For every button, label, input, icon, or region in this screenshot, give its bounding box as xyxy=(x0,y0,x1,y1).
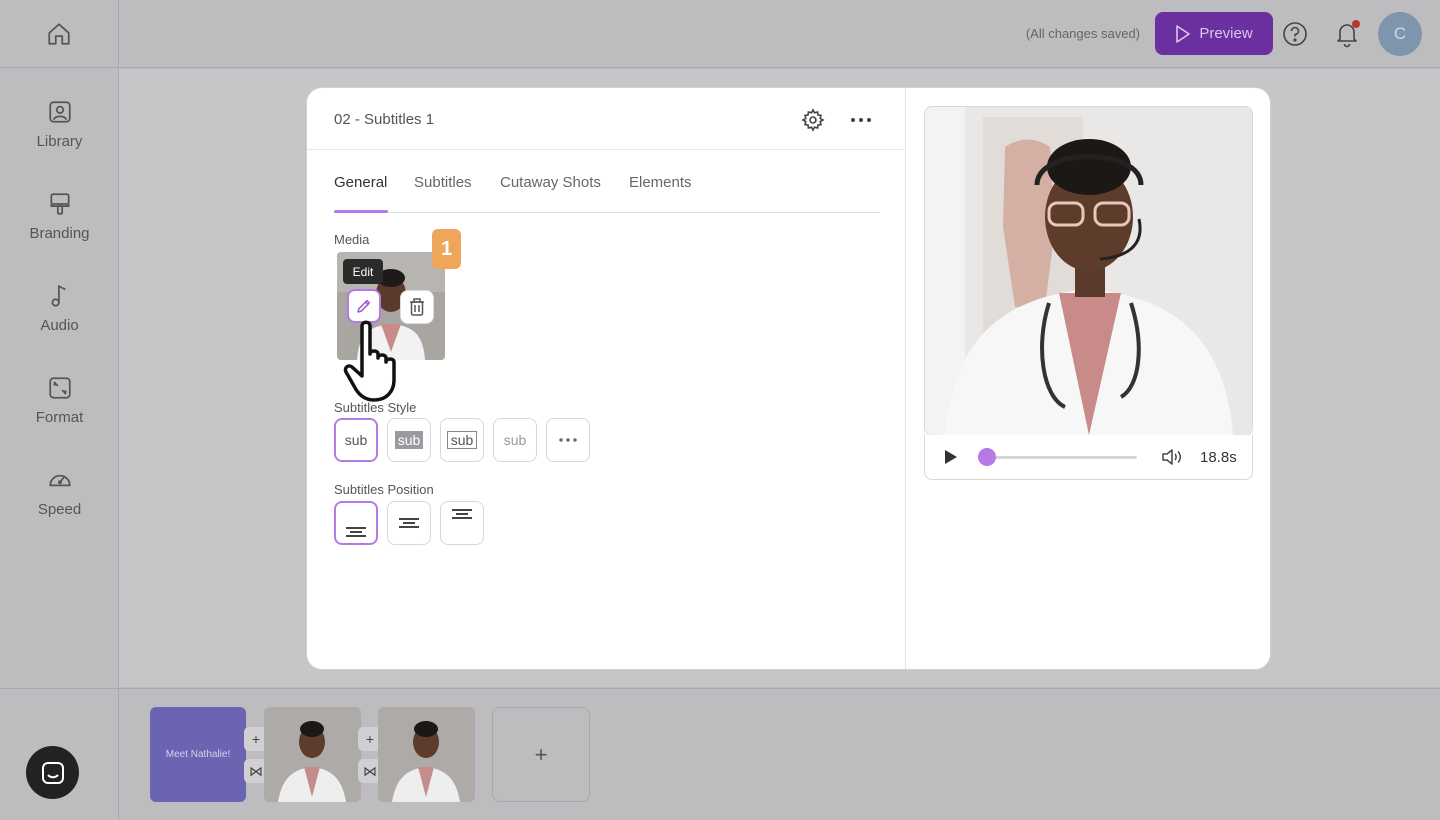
plus-icon: + xyxy=(534,741,548,767)
preview-label: Preview xyxy=(1199,25,1253,42)
style-option-text: sub xyxy=(503,432,527,448)
speedometer-icon xyxy=(48,474,71,487)
style-option-plain[interactable]: sub xyxy=(334,418,378,462)
volume-button[interactable] xyxy=(1161,447,1183,472)
align-bottom-icon xyxy=(346,527,366,537)
tab-cutaway-shots[interactable]: Cutaway Shots xyxy=(500,174,601,191)
position-middle-button[interactable] xyxy=(387,501,431,545)
chat-button[interactable] xyxy=(26,746,79,799)
add-clip-button[interactable]: + xyxy=(492,707,590,802)
top-bar: (All changes saved) Preview C xyxy=(0,0,1440,68)
page-title: 02 - Subtitles 1 xyxy=(334,111,435,128)
video-frame[interactable] xyxy=(925,107,1252,435)
more-horizontal-icon xyxy=(559,438,577,442)
style-option-outlined[interactable]: sub xyxy=(440,418,484,462)
avatar[interactable]: C xyxy=(1378,12,1422,56)
align-middle-icon xyxy=(399,518,419,528)
sidebar-item-speed[interactable]: Speed xyxy=(0,467,119,537)
step-badge: 1 xyxy=(432,229,461,269)
subtitles-style-label: Subtitles Style xyxy=(334,400,417,415)
video-player xyxy=(924,106,1253,436)
tab-subtitles[interactable]: Subtitles xyxy=(414,174,472,191)
timeline-clip-title[interactable]: Meet Nathalie! xyxy=(150,707,246,802)
timeline-clip-video[interactable] xyxy=(264,707,361,802)
play-icon xyxy=(1176,24,1191,43)
style-option-text: sub xyxy=(344,432,368,448)
chat-icon xyxy=(41,761,64,784)
help-button[interactable] xyxy=(1282,21,1308,52)
progress-track[interactable] xyxy=(987,456,1137,459)
style-option-highlight[interactable]: sub xyxy=(493,418,537,462)
doctor-video-image xyxy=(925,107,1252,435)
tab-general[interactable]: General xyxy=(334,174,387,191)
music-note-icon xyxy=(51,284,66,307)
progress-handle[interactable] xyxy=(978,448,996,466)
volume-icon xyxy=(1162,449,1181,465)
timeline-clip-video[interactable] xyxy=(378,707,475,802)
style-option-text: sub xyxy=(394,431,424,449)
media-label: Media xyxy=(334,232,370,247)
branding-icon xyxy=(49,193,70,215)
edit-media-button[interactable] xyxy=(347,289,381,323)
timeline-bar: Meet Nathalie! + ⋈ + ⋈ + xyxy=(0,688,1440,820)
tab-elements[interactable]: Elements xyxy=(629,174,692,191)
doctor-clip-image xyxy=(378,707,475,802)
notification-dot xyxy=(1352,20,1360,28)
style-more-button[interactable] xyxy=(546,418,590,462)
gear-icon xyxy=(801,108,825,132)
pencil-icon xyxy=(357,299,371,313)
library-icon xyxy=(48,101,71,123)
bowtie-icon: ⋈ xyxy=(249,762,263,779)
hand-cursor-icon xyxy=(342,320,406,409)
sidebar-item-library[interactable]: Library xyxy=(0,99,119,169)
panel-divider xyxy=(905,88,906,669)
settings-button[interactable] xyxy=(801,108,825,137)
player-controls: 18.8s xyxy=(924,435,1253,480)
sidebar-item-label: Branding xyxy=(29,225,90,242)
preview-button[interactable]: Preview xyxy=(1155,12,1273,55)
sidebar: Library Branding Audio Format Speed xyxy=(0,69,119,687)
save-status: (All changes saved) xyxy=(1025,26,1140,41)
bowtie-icon: ⋈ xyxy=(363,762,377,779)
editor-header: 02 - Subtitles 1 xyxy=(307,88,905,150)
edit-tooltip: Edit xyxy=(343,259,383,284)
active-tab-indicator xyxy=(334,210,388,213)
plus-icon: + xyxy=(251,731,261,747)
align-top-icon xyxy=(452,509,472,519)
video-duration: 18.8s xyxy=(1200,449,1237,466)
sidebar-item-label: Audio xyxy=(40,317,79,334)
position-top-button[interactable] xyxy=(440,501,484,545)
format-icon xyxy=(48,377,71,399)
plus-icon: + xyxy=(365,731,375,747)
play-button[interactable] xyxy=(943,449,959,470)
home-button[interactable] xyxy=(0,0,119,68)
tab-bar: General Subtitles Cutaway Shots Elements xyxy=(334,150,880,213)
sidebar-item-branding[interactable]: Branding xyxy=(0,191,119,261)
delete-media-button[interactable] xyxy=(400,290,434,324)
more-options-button[interactable] xyxy=(850,110,872,135)
subtitles-position-label: Subtitles Position xyxy=(334,482,434,497)
editor-card: 02 - Subtitles 1 General Subtitles Cutaw… xyxy=(306,87,1271,670)
trash-icon xyxy=(410,298,424,316)
help-icon xyxy=(1283,22,1307,46)
sidebar-item-label: Library xyxy=(36,133,83,150)
clip-title-text: Meet Nathalie! xyxy=(165,749,231,760)
more-horizontal-icon xyxy=(851,118,871,122)
sidebar-item-label: Format xyxy=(35,409,84,426)
play-icon xyxy=(945,450,957,464)
position-bottom-button[interactable] xyxy=(334,501,378,545)
style-option-text: sub xyxy=(446,431,478,449)
sidebar-item-format[interactable]: Format xyxy=(0,375,119,445)
sidebar-item-label: Speed xyxy=(37,501,82,518)
home-icon xyxy=(48,23,70,45)
sidebar-item-audio[interactable]: Audio xyxy=(0,283,119,353)
doctor-clip-image xyxy=(264,707,361,802)
style-option-filled[interactable]: sub xyxy=(387,418,431,462)
